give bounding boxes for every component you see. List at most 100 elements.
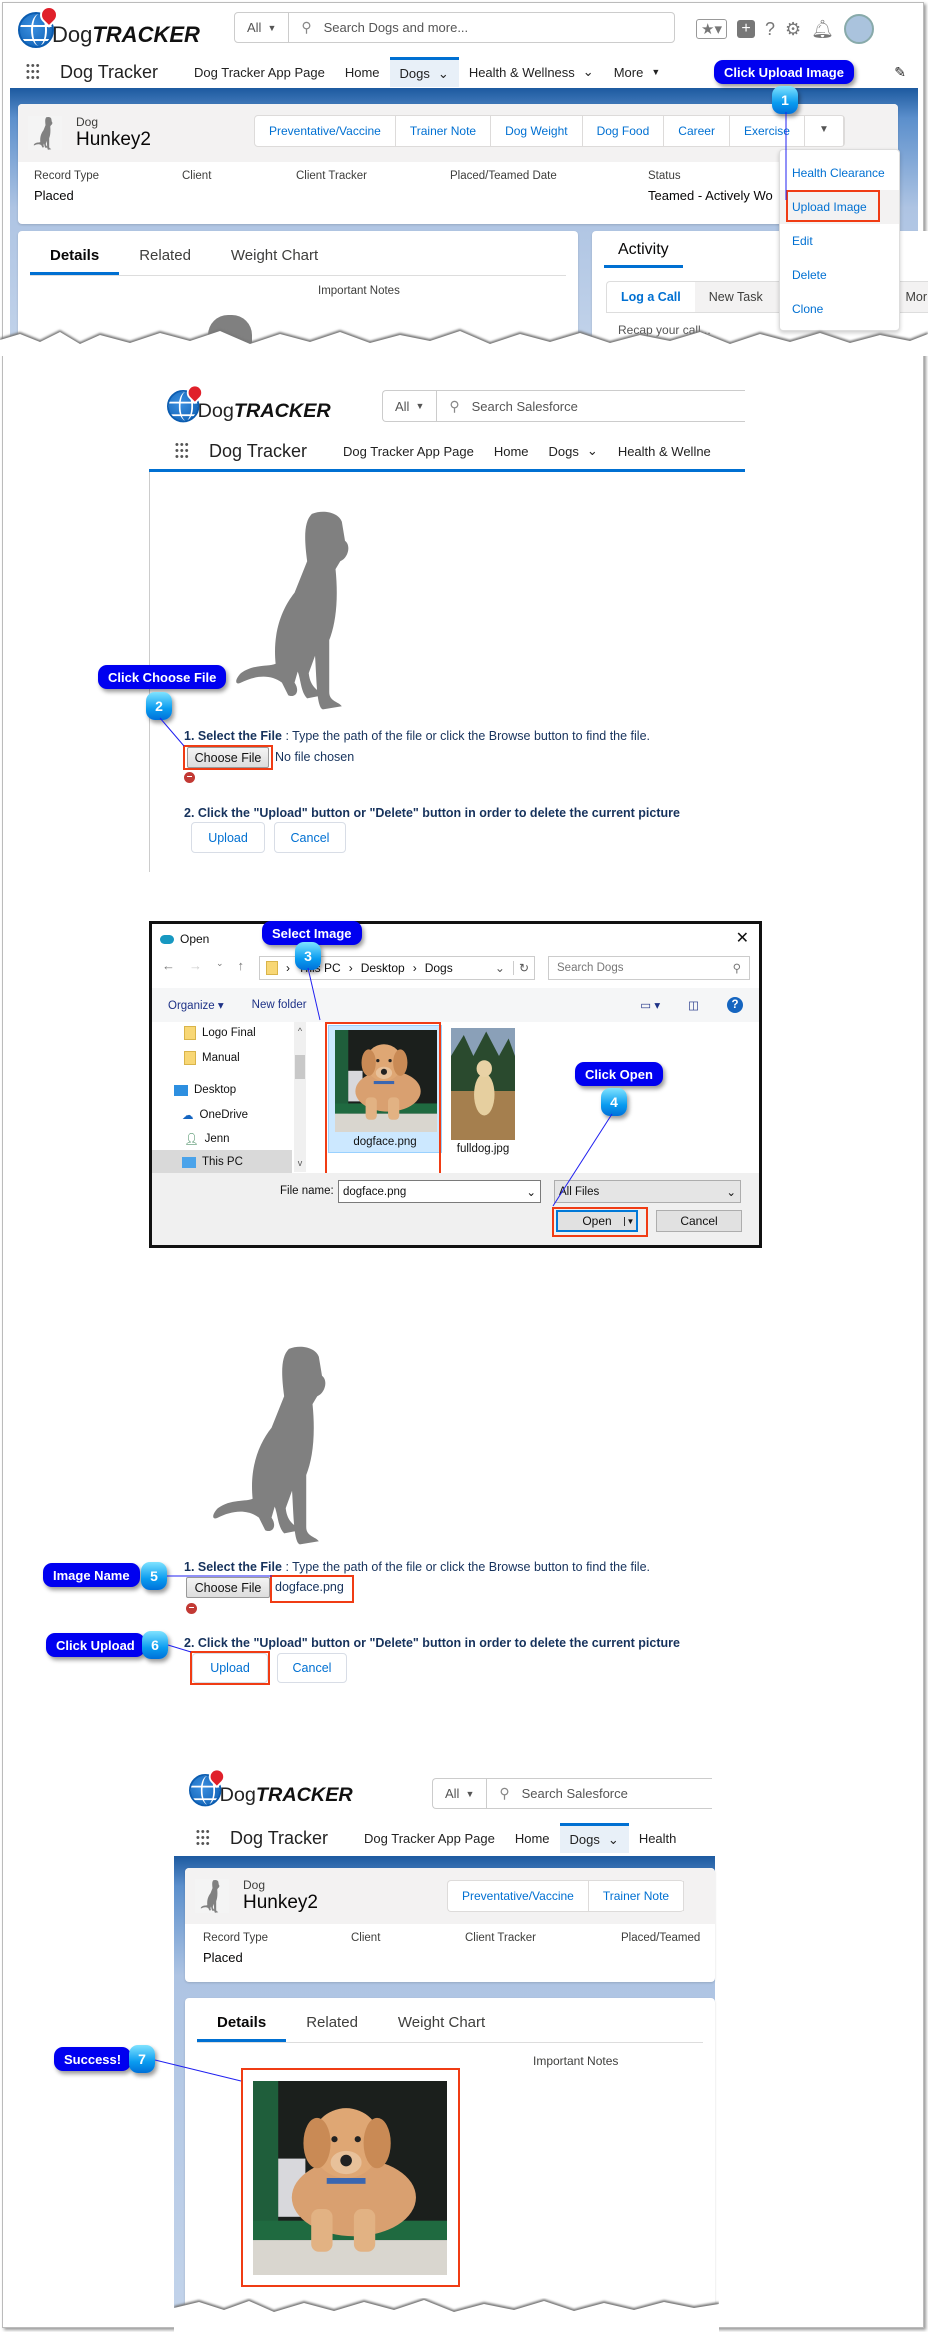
dog-silhouette-placeholder	[224, 506, 384, 711]
search-scope-select[interactable]: All ▼	[383, 391, 438, 421]
menu-item-clone[interactable]: Clone	[780, 292, 899, 326]
tab-details[interactable]: Details	[30, 237, 120, 275]
logo-text-bold: TRACKER	[255, 1783, 353, 1806]
nav-item-app-page[interactable]: Dog Tracker App Page	[333, 436, 484, 466]
nav-item-onedrive[interactable]: ☁ OneDrive	[182, 1108, 248, 1122]
step-badge-6: 6	[142, 1631, 168, 1659]
tab-log-a-call[interactable]: Log a Call	[607, 282, 695, 312]
global-search[interactable]: All ▼ ⚲ Search Salesforce	[382, 390, 745, 422]
nav-item-app-page[interactable]: Dog Tracker App Page	[184, 57, 335, 87]
action-dog-food[interactable]: Dog Food	[583, 116, 665, 146]
gear-icon[interactable]: ⚙	[785, 19, 801, 40]
nav-item-dogs[interactable]: Dogs ⌄	[559, 1823, 629, 1853]
nav-scrollbar[interactable]: ^ v	[294, 1022, 306, 1172]
nav-item-dogs[interactable]: Dogs ⌄	[539, 436, 608, 466]
tab-weight-chart[interactable]: Weight Chart	[378, 2004, 505, 2042]
search-dogs-input[interactable]: Search Dogs ⚲	[548, 956, 750, 980]
app-launcher-icon[interactable]: ••• ••• •••	[175, 440, 195, 463]
action-preventative-vaccine[interactable]: Preventative/Vaccine	[255, 116, 396, 146]
avatar[interactable]	[844, 14, 874, 44]
scroll-thumb[interactable]	[295, 1055, 305, 1079]
nav-item-jenn[interactable]: 👤︎ Jenn	[184, 1132, 230, 1146]
dropdown-chevron-icon[interactable]: ⌄	[495, 961, 505, 975]
cancel-button[interactable]: Cancel	[277, 1653, 347, 1683]
close-icon[interactable]: ✕	[736, 928, 749, 948]
tab-details[interactable]: Details	[197, 2004, 287, 2042]
nav-item-app-page[interactable]: Dog Tracker App Page	[354, 1823, 505, 1853]
nav-item-health-wellness[interactable]: Health & Wellness ⌄	[459, 57, 604, 87]
help-icon[interactable]: ?	[765, 19, 775, 40]
path-segment[interactable]: Dogs	[425, 961, 453, 975]
add-plus-icon[interactable]: +	[736, 20, 755, 38]
nav-item-home[interactable]: Home	[505, 1823, 560, 1853]
search-scope-select[interactable]: All ▼	[235, 13, 290, 42]
organize-menu[interactable]: Organize ▾	[168, 998, 224, 1012]
new-folder-button[interactable]: New folder	[252, 999, 307, 1011]
refresh-icon[interactable]: ↻	[512, 961, 534, 975]
view-options-icon[interactable]: ▭ ▾	[640, 998, 660, 1012]
file-name-input[interactable]: dogface.png ⌄	[338, 1180, 541, 1203]
app-launcher-icon[interactable]: ••• ••• •••	[26, 61, 46, 84]
up-arrow-icon[interactable]: ↑	[238, 958, 245, 973]
nav-item-more[interactable]: More ▼	[604, 57, 671, 87]
record-header-card: Dog Hunkey2 Preventative/Vaccine Trainer …	[185, 1868, 715, 1982]
search-input[interactable]: Search Dogs and more...	[324, 20, 469, 35]
global-search[interactable]: All ▼ ⚲ Search Dogs and more...	[234, 12, 675, 43]
help-icon[interactable]: ?	[727, 997, 743, 1013]
search-input[interactable]: Search Salesforce	[522, 1786, 628, 1801]
upload-button[interactable]: Upload	[191, 822, 265, 853]
nav-item-health-wellness[interactable]: Health	[629, 1823, 687, 1853]
nav-item-manual[interactable]: Manual	[184, 1051, 240, 1065]
nav-item-home[interactable]: Home	[484, 436, 539, 466]
action-career[interactable]: Career	[664, 116, 730, 146]
nav-item-this-pc[interactable]: This PC	[152, 1150, 292, 1174]
file-type-select[interactable]: All Files ⌄	[554, 1180, 741, 1203]
nav-item-home[interactable]: Home	[335, 57, 390, 87]
field-label: Placed/Teamed	[621, 1932, 701, 1944]
nav-item-logo-final[interactable]: Logo Final	[184, 1026, 256, 1040]
action-dog-weight[interactable]: Dog Weight	[491, 116, 583, 146]
remove-icon[interactable]: –	[186, 1603, 197, 1614]
tab-weight-chart[interactable]: Weight Chart	[211, 237, 338, 275]
nav-item-dogs[interactable]: Dogs ⌄	[389, 57, 459, 87]
favorites-star-icon[interactable]: ★▾	[696, 19, 727, 39]
file-item-fulldog[interactable]: fulldog.jpg	[448, 1028, 518, 1156]
nav-label: Dog Tracker App Page	[364, 1830, 495, 1846]
instruction-bold: 1. Select the File	[184, 1560, 282, 1574]
scroll-up-icon[interactable]: ^	[298, 1026, 302, 1036]
callout-step-1: Click Upload Image	[714, 60, 854, 84]
tab-related[interactable]: Related	[119, 237, 211, 275]
menu-item-health-clearance[interactable]: Health Clearance	[780, 156, 899, 190]
menu-item-delete[interactable]: Delete	[780, 258, 899, 292]
search-scope-select[interactable]: All ▼	[433, 1779, 488, 1808]
action-exercise[interactable]: Exercise	[730, 116, 805, 146]
menu-item-edit[interactable]: Edit	[780, 224, 899, 258]
back-arrow-icon[interactable]: ←	[162, 958, 175, 973]
tab-more[interactable]: Mor	[903, 282, 928, 312]
app-launcher-icon[interactable]: ••• ••• •••	[196, 1827, 216, 1850]
nav-item-desktop[interactable]: Desktop	[174, 1084, 236, 1096]
edit-pencil-icon[interactable]: ✎	[894, 64, 906, 81]
preview-pane-icon[interactable]: ◫	[688, 998, 699, 1012]
remove-icon[interactable]: –	[184, 772, 195, 783]
instruction-text: : Type the path of the file or click the…	[281, 1560, 651, 1574]
choose-file-button[interactable]: Choose File	[186, 1577, 270, 1598]
cancel-button[interactable]: Cancel	[656, 1210, 742, 1232]
recent-chevron-icon[interactable]: ⌄	[216, 958, 224, 973]
path-segment[interactable]: Desktop	[361, 961, 405, 975]
action-trainer-note[interactable]: Trainer Note	[396, 116, 492, 146]
action-trainer-note[interactable]: Trainer Note	[589, 1881, 685, 1911]
scroll-down-icon[interactable]: v	[298, 1158, 303, 1168]
chevron-down-icon: ⌄	[582, 64, 594, 79]
search-input[interactable]: Search Salesforce	[472, 399, 578, 414]
tab-related[interactable]: Related	[286, 2004, 378, 2042]
forward-arrow-icon[interactable]: →	[189, 958, 202, 973]
nav-label: Dog Tracker App Page	[343, 443, 474, 459]
nav-item-health-wellness[interactable]: Health & Wellne	[608, 436, 721, 466]
cancel-button[interactable]: Cancel	[274, 822, 346, 853]
global-search[interactable]: All ▼ ⚲ Search Salesforce	[432, 1778, 712, 1809]
action-preventative-vaccine[interactable]: Preventative/Vaccine	[448, 1881, 589, 1911]
bell-icon[interactable]: 🔔︎	[811, 19, 834, 40]
more-actions-button[interactable]: ▼	[805, 116, 844, 146]
open-file-dialog: Open ✕ ← → ⌄ ↑ › This PC › Desktop › Dogs ⌄ ↻…	[149, 921, 762, 1248]
